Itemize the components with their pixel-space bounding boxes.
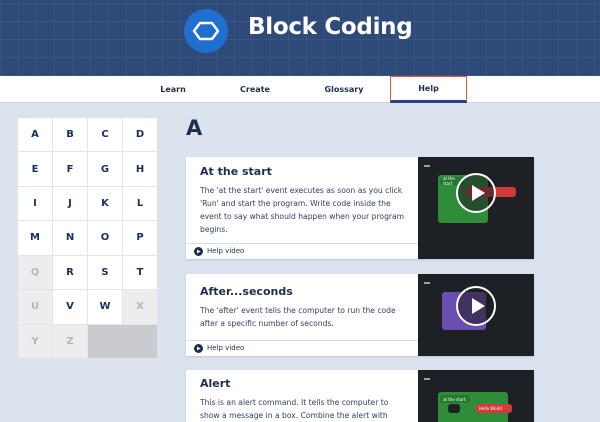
- thumb-menu-icon: [424, 378, 430, 380]
- card-title: After...seconds: [200, 285, 293, 298]
- video-thumbnail[interactable]: [418, 274, 534, 356]
- tab-glossary[interactable]: Glossary: [314, 76, 374, 103]
- card-description: The 'after' event tells the computer to …: [200, 306, 396, 328]
- letter-p[interactable]: P: [123, 221, 157, 255]
- thumb-menu-icon: [424, 165, 430, 167]
- thumb-alert-icon: [448, 404, 460, 413]
- letter-d[interactable]: D: [123, 118, 157, 152]
- letter-i[interactable]: I: [18, 186, 52, 221]
- letter-n[interactable]: N: [53, 221, 87, 255]
- letter-x: X: [123, 290, 157, 324]
- letter-m[interactable]: M: [18, 221, 52, 255]
- help-video-link[interactable]: Help video: [186, 340, 418, 355]
- letter-a[interactable]: A: [18, 118, 52, 152]
- play-video-icon[interactable]: [456, 286, 496, 326]
- glossary-card-alert: Alert This is an alert command. It tells…: [186, 370, 534, 422]
- letter-t[interactable]: T: [123, 255, 157, 290]
- letter-w[interactable]: W: [88, 290, 122, 324]
- card-title: At the start: [200, 165, 272, 178]
- tab-create[interactable]: Create: [228, 76, 282, 103]
- card-description: The 'at the start' event executes as soo…: [200, 186, 405, 234]
- letter-o[interactable]: O: [88, 221, 122, 255]
- letter-g[interactable]: G: [88, 152, 122, 186]
- letter-j[interactable]: J: [53, 186, 87, 221]
- header-banner: Block Coding: [0, 0, 600, 76]
- letter-h[interactable]: H: [123, 152, 157, 186]
- play-video-icon[interactable]: [456, 173, 496, 213]
- letter-l[interactable]: L: [123, 186, 157, 221]
- letter-f[interactable]: F: [53, 152, 87, 186]
- glossary-card-after-seconds: After...seconds The 'after' event tells …: [186, 274, 534, 356]
- letter-u: U: [18, 290, 52, 324]
- play-icon: [194, 343, 203, 353]
- play-icon: [194, 246, 203, 256]
- letter-z: Z: [53, 324, 87, 358]
- tab-learn[interactable]: Learn: [146, 76, 200, 103]
- card-title: Alert: [200, 377, 231, 390]
- letter-k[interactable]: K: [88, 186, 122, 221]
- letter-v[interactable]: V: [53, 290, 87, 324]
- tab-help[interactable]: Help: [390, 76, 467, 103]
- logo-icon[interactable]: [184, 9, 228, 53]
- letter-s[interactable]: S: [88, 255, 122, 290]
- letter-q: Q: [18, 255, 52, 290]
- nav-bar: Learn Create Glossary Help: [0, 76, 600, 103]
- letter-e[interactable]: E: [18, 152, 52, 186]
- app-title: Block Coding: [248, 14, 413, 40]
- video-thumbnail[interactable]: at the start: [418, 157, 534, 259]
- letter-b[interactable]: B: [53, 118, 87, 152]
- alphabet-index: A B C D E F G H I J K L M N O P Q R S T …: [18, 118, 157, 358]
- thumb-menu-icon: [424, 282, 430, 284]
- letter-y: Y: [18, 324, 52, 358]
- thumb-alert-text: Hello World: [476, 404, 512, 413]
- help-video-label: Help video: [207, 247, 245, 255]
- thumb-block-label: at the start: [440, 395, 470, 403]
- alphabet-filler: [88, 324, 157, 358]
- glossary-card-at-the-start: At the start The 'at the start' event ex…: [186, 157, 534, 259]
- video-thumbnail[interactable]: at the start Hello World: [418, 370, 534, 422]
- section-heading: A: [186, 116, 203, 140]
- card-description: This is an alert command. It tells the c…: [200, 398, 389, 420]
- help-video-link[interactable]: Help video: [186, 243, 418, 258]
- letter-r[interactable]: R: [53, 255, 87, 290]
- letter-c[interactable]: C: [88, 118, 122, 152]
- help-video-label: Help video: [207, 344, 245, 352]
